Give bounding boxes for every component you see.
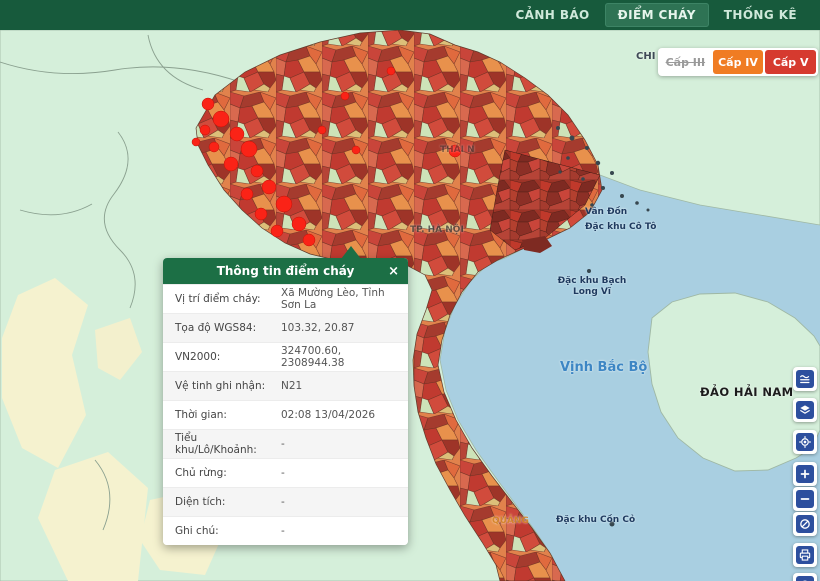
row-value: N21 <box>273 380 396 392</box>
extent-button-partially-hidden[interactable] <box>793 573 817 581</box>
layers-button[interactable] <box>793 398 817 422</box>
row-label: Vệ tinh ghi nhận: <box>175 380 273 392</box>
layers-icon <box>798 403 812 417</box>
popup-rows: Vị trí điểm cháy: Xã Mường Lèo, Tỉnh Sơn… <box>163 284 408 545</box>
row-value: Xã Mường Lèo, Tỉnh Sơn La <box>273 287 396 311</box>
nav-item-diem-chay[interactable]: ĐIỂM CHÁY <box>605 3 709 27</box>
row-label: Vị trí điểm cháy: <box>175 293 273 305</box>
zoom-out-button[interactable] <box>793 487 817 511</box>
row-value: 103.32, 20.87 <box>273 322 396 334</box>
plus-icon <box>798 467 812 481</box>
legend-cap-v-button[interactable]: Cấp V <box>765 50 816 74</box>
legend-cap-iv-button[interactable]: Cấp IV <box>713 50 764 74</box>
top-nav-bar: CẢNH BÁO ĐIỂM CHÁY THỐNG KÊ <box>0 0 820 30</box>
popup-row-location: Vị trí điểm cháy: Xã Mường Lèo, Tỉnh Sơn… <box>163 284 408 313</box>
row-label: Tọa độ WGS84: <box>175 322 273 334</box>
row-label: Thời gian: <box>175 409 273 421</box>
locate-crosshair-icon <box>798 435 812 449</box>
map-canvas[interactable] <box>0 30 820 581</box>
fire-info-popup: Thông tin điểm cháy × Vị trí điểm cháy: … <box>163 258 408 545</box>
row-value: - <box>273 438 396 450</box>
locate-button[interactable] <box>793 430 817 454</box>
row-label: Chủ rừng: <box>175 467 273 479</box>
row-label: Tiểu khu/Lô/Khoảnh: <box>175 432 273 456</box>
row-value: - <box>273 467 396 479</box>
terrain-layers-button[interactable] <box>793 367 817 391</box>
nav-item-canh-bao[interactable]: CẢNH BÁO <box>502 3 602 27</box>
popup-row-note: Ghi chú: - <box>163 516 408 545</box>
clear-selection-button[interactable] <box>793 512 817 536</box>
row-label: VN2000: <box>175 351 273 363</box>
print-button[interactable] <box>793 543 817 567</box>
popup-row-forest-owner: Chủ rừng: - <box>163 458 408 487</box>
popup-row-vn2000: VN2000: 324700.60, 2308944.38 <box>163 342 408 371</box>
popup-row-compartment: Tiểu khu/Lô/Khoảnh: - <box>163 429 408 458</box>
row-value: 324700.60, 2308944.38 <box>273 345 396 369</box>
popup-title: Thông tin điểm cháy <box>217 264 355 278</box>
popup-row-wgs84: Tọa độ WGS84: 103.32, 20.87 <box>163 313 408 342</box>
row-value: - <box>273 496 396 508</box>
fire-danger-legend: Cấp III Cấp IV Cấp V <box>658 48 818 76</box>
map-toolbar <box>793 367 817 581</box>
map-graphic <box>0 30 820 581</box>
printer-icon <box>798 548 812 562</box>
slash-circle-icon <box>798 517 812 531</box>
row-value: - <box>273 525 396 537</box>
popup-row-area: Diện tích: - <box>163 487 408 516</box>
row-label: Ghi chú: <box>175 525 273 537</box>
popup-row-time: Thời gian: 02:08 13/04/2026 <box>163 400 408 429</box>
zoom-in-button[interactable] <box>793 462 817 486</box>
minus-icon <box>798 492 812 506</box>
nav-item-thong-ke[interactable]: THỐNG KÊ <box>711 3 810 27</box>
contour-lines-icon <box>798 372 812 386</box>
row-label: Diện tích: <box>175 496 273 508</box>
row-value: 02:08 13/04/2026 <box>273 409 396 421</box>
legend-cap-iii-button[interactable]: Cấp III <box>660 50 711 74</box>
close-icon[interactable]: × <box>388 258 399 284</box>
popup-header: Thông tin điểm cháy × <box>163 258 408 284</box>
popup-row-satellite: Vệ tinh ghi nhận: N21 <box>163 371 408 400</box>
